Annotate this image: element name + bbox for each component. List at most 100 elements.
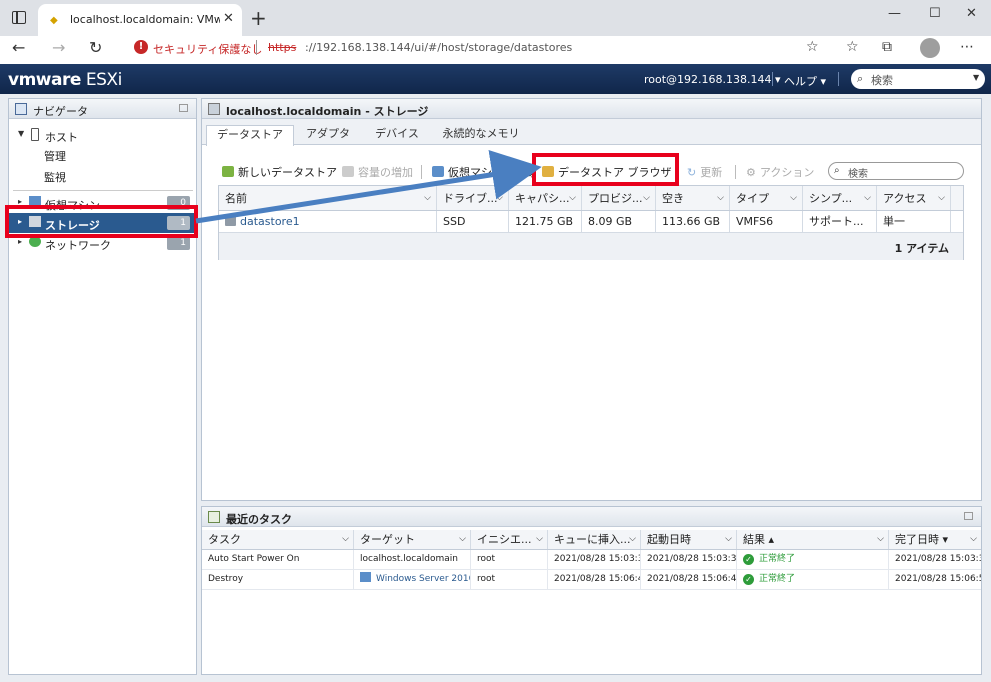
header-search-input[interactable]: ⌕ 検索 ▼ <box>851 69 985 89</box>
cell-completed: 2021/08/28 15:06:50 <box>895 574 981 584</box>
favorite-add-icon[interactable]: ☆ <box>806 39 819 55</box>
column-header-task[interactable]: タスク ⌵ <box>202 530 354 549</box>
refresh-icon: ↻ <box>687 166 697 179</box>
tab-close-icon[interactable]: ✕ <box>223 11 234 26</box>
new-tab-icon[interactable]: + <box>250 6 267 30</box>
refresh-button[interactable]: ↻ 更新 <box>687 164 722 180</box>
column-header-name[interactable]: 名前 ⌵ <box>219 186 437 210</box>
column-header-free[interactable]: 空き ⌵ <box>656 186 730 210</box>
new-datastore-button[interactable]: 新しいデータストア <box>222 164 337 180</box>
chevron-down-icon: ⌵ <box>938 193 945 203</box>
nav-host-label: ホスト <box>45 131 78 144</box>
storage-panel-header: localhost.localdomain - ストレージ <box>202 99 981 119</box>
cell-initiator: root <box>471 570 548 589</box>
nav-host[interactable]: ▼ ホスト <box>9 125 196 145</box>
column-header-target[interactable]: ターゲット ⌵ <box>354 530 471 549</box>
cell-thin: サポート... <box>803 211 877 232</box>
table-row[interactable]: datastore1 SSD 121.75 GB 8.09 GB 113.66 … <box>219 211 963 233</box>
toolbar-divider <box>735 165 736 179</box>
datastore-table: 名前 ⌵ ドライブ... ⌵ キャパシ... ⌵ プロビジ... ⌵ 空き ⌵ タイプ ⌵ … <box>218 185 964 260</box>
cell-started: 2021/08/28 15:06:49 <box>641 570 737 589</box>
collections-icon[interactable]: ⧉ <box>882 39 892 55</box>
tab-datastores[interactable]: データストア <box>206 125 294 146</box>
column-header-queued[interactable]: キューに挿入... ⌵ <box>548 530 641 549</box>
cell-name[interactable]: datastore1 <box>219 211 437 232</box>
toolbar-divider <box>421 165 422 179</box>
minimize-icon[interactable]: — <box>888 6 901 21</box>
back-icon[interactable]: ← <box>12 38 25 57</box>
cell-result: ✓ 正常終了 <box>737 570 889 589</box>
chevron-down-icon: ⌵ <box>342 534 349 544</box>
register-vm-icon <box>432 166 444 177</box>
nav-network-label: ネットワーク <box>45 239 111 252</box>
task-row[interactable]: Auto Start Power On localhost.localdomai… <box>202 550 981 570</box>
chevron-down-icon: ⌵ <box>864 193 871 203</box>
tab-actions-icon[interactable] <box>12 11 26 24</box>
datastore-search-input[interactable]: ⌕ 検索 <box>828 162 964 180</box>
more-icon[interactable]: ⋯ <box>960 39 974 55</box>
cell-task: Destroy <box>202 570 354 589</box>
browser-tab[interactable]: ◆ localhost.localdomain: VMware E ✕ <box>38 4 242 36</box>
chevron-down-icon: ⌵ <box>790 193 797 203</box>
chevron-down-icon: ⌵ <box>725 534 732 544</box>
security-warning[interactable]: セキュリティ保護なし <box>153 41 262 57</box>
column-header-started[interactable]: 起動日時 ⌵ <box>641 530 737 549</box>
datastore-icon <box>225 215 236 226</box>
column-header-provisioned[interactable]: プロビジ... ⌵ <box>582 186 656 210</box>
cell-target[interactable]: Windows Server 2016 <box>354 570 471 589</box>
task-row[interactable]: Destroy Windows Server 2016 root 2021/08… <box>202 570 981 590</box>
vmware-logo: vmware ESXi <box>8 70 122 90</box>
expand-arrow-icon[interactable]: ▸ <box>18 237 22 246</box>
chevron-down-icon[interactable]: ▼ <box>973 73 979 82</box>
browser-tabbar: ◆ localhost.localdomain: VMware E ✕ + — … <box>0 0 991 36</box>
table-header: 名前 ⌵ ドライブ... ⌵ キャパシ... ⌵ プロビジ... ⌵ 空き ⌵ タイプ ⌵ … <box>219 186 963 211</box>
chevron-down-icon: ⌵ <box>970 534 977 544</box>
favorites-icon[interactable]: ☆ <box>846 39 859 55</box>
highlight-datastore-browser <box>532 153 679 186</box>
expand-arrow-icon[interactable]: ▼ <box>18 129 24 138</box>
tab-devices[interactable]: デバイス <box>366 125 428 145</box>
cell-capacity: 121.75 GB <box>509 211 582 232</box>
column-header-initiator[interactable]: イニシエ... ⌵ <box>471 530 548 549</box>
datastore-link[interactable]: datastore1 <box>240 215 300 228</box>
column-header-access[interactable]: アクセス ⌵ <box>877 186 951 210</box>
page-title: localhost.localdomain - ストレージ <box>226 105 429 118</box>
cell-provisioned: 8.09 GB <box>582 211 656 232</box>
column-header-type[interactable]: タイプ ⌵ <box>730 186 803 210</box>
host-icon <box>31 128 39 141</box>
cell-target: localhost.localdomain <box>354 550 471 569</box>
maximize-icon[interactable]: ☐ <box>929 6 941 21</box>
user-menu[interactable]: root@192.168.138.144 ▾ <box>644 73 781 86</box>
column-header-thin[interactable]: シンプ... ⌵ <box>803 186 877 210</box>
navigator-panel: ナビゲータ ▼ ホスト 管理 監視 ▸ 仮想マシン 0 ▸ ストレージ 1 ▸ … <box>8 98 197 675</box>
actions-button[interactable]: ⚙ アクション <box>746 164 814 180</box>
search-placeholder: 検索 <box>848 169 868 180</box>
cell-initiator: root <box>471 550 548 569</box>
column-header-result[interactable]: 結果 ▴ ⌵ <box>737 530 889 549</box>
chevron-down-icon: ⌵ <box>643 193 650 203</box>
tab-persistent-memory[interactable]: 永続的なメモリ <box>436 125 526 145</box>
column-header-completed[interactable]: 完了日時 ▾ ⌵ <box>889 530 981 549</box>
search-icon: ⌕ <box>834 165 840 176</box>
increase-capacity-button[interactable]: 容量の増加 <box>342 164 413 180</box>
column-header-drive[interactable]: ドライブ... ⌵ <box>437 186 509 210</box>
column-header-capacity[interactable]: キャパシ... ⌵ <box>509 186 582 210</box>
check-icon: ✓ <box>743 554 754 565</box>
chevron-down-icon: ⌵ <box>536 534 543 544</box>
url-field[interactable]: ! セキュリティ保護なし https ://192.168.138.144/ui… <box>122 37 832 59</box>
warning-icon: ! <box>134 40 148 54</box>
profile-avatar[interactable] <box>920 38 940 58</box>
cell-access: 単一 <box>877 211 951 232</box>
nav-host-monitor[interactable]: 監視 <box>44 169 66 185</box>
collapse-icon[interactable] <box>964 512 973 520</box>
help-menu[interactable]: ヘルプ ▾ <box>784 73 826 89</box>
close-window-icon[interactable]: ✕ <box>966 6 977 21</box>
register-vm-button[interactable]: 仮想マシンを登録 <box>432 164 536 180</box>
tab-adapters[interactable]: アダプタ <box>298 125 358 145</box>
collapse-icon[interactable] <box>179 104 188 112</box>
cell-queued: 2021/08/28 15:03:36 <box>548 550 641 569</box>
nav-host-manage[interactable]: 管理 <box>44 148 66 164</box>
cell-started: 2021/08/28 15:03:36 <box>641 550 737 569</box>
forward-icon[interactable]: → <box>52 38 65 57</box>
reload-icon[interactable]: ↻ <box>89 38 102 57</box>
